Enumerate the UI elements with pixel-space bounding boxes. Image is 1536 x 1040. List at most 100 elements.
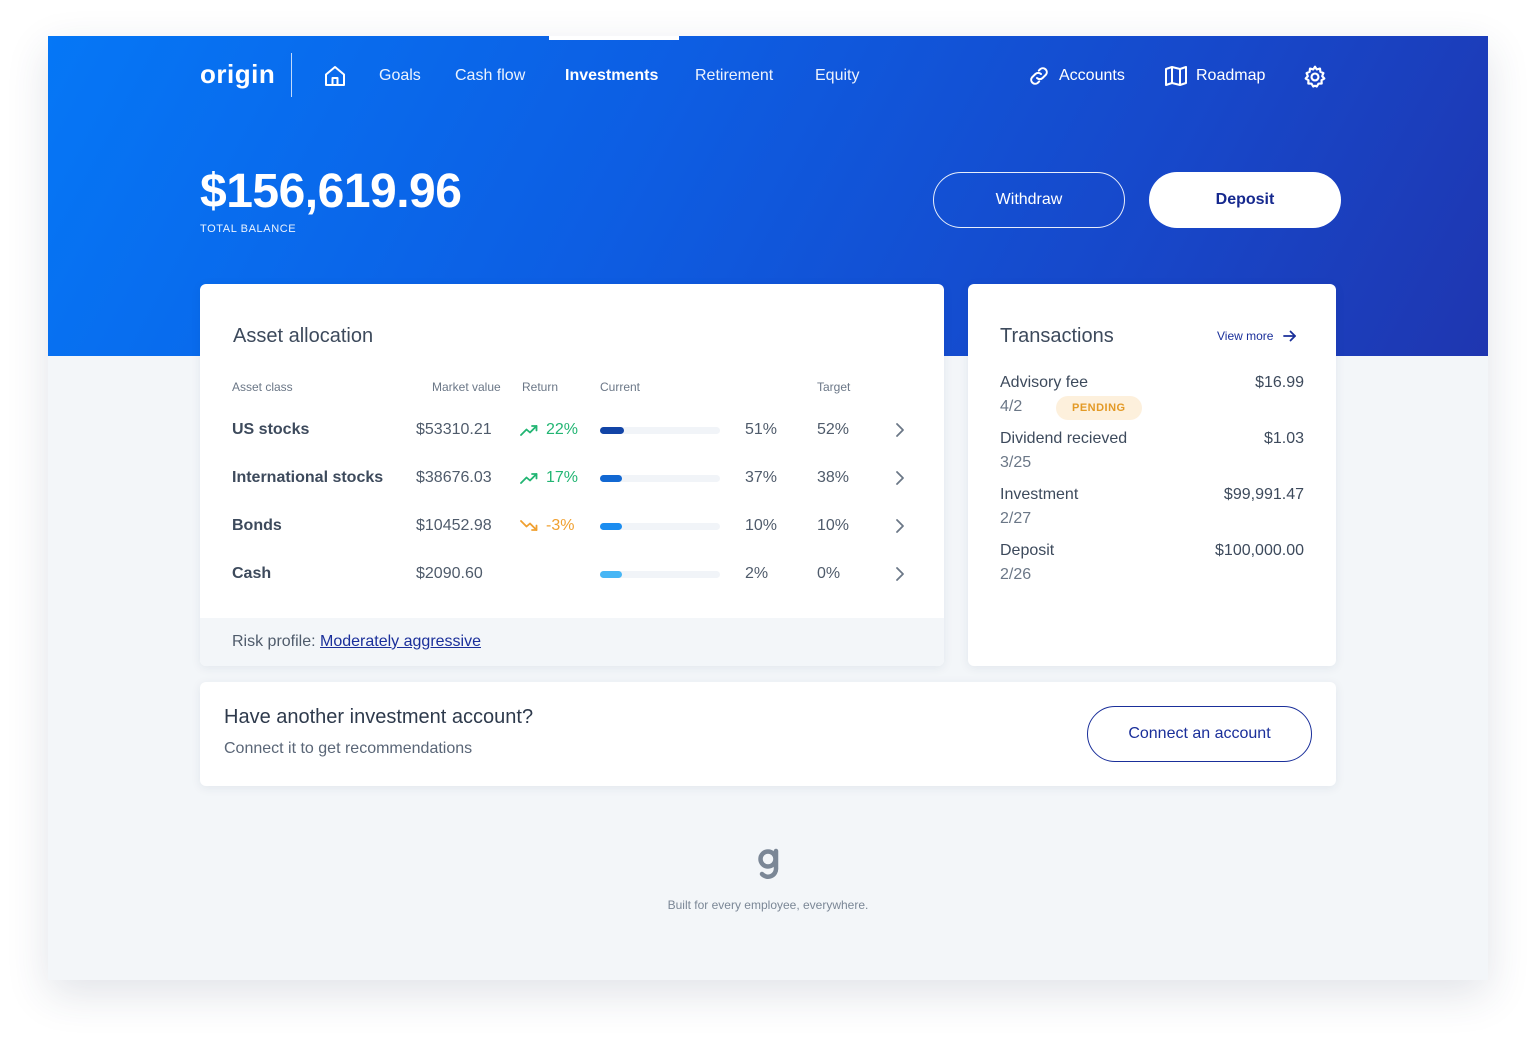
transaction-item: Investment $99,991.47 2/27 <box>1000 486 1304 538</box>
nav-roadmap[interactable]: Roadmap <box>1164 64 1265 88</box>
nav-divider <box>291 53 292 97</box>
transaction-amount: $100,000.00 <box>1215 542 1304 559</box>
target-allocation: 10% <box>817 517 850 534</box>
asset-row[interactable]: US stocks $53310.21 22% 51% 52% <box>200 406 944 454</box>
transaction-date: 3/25 <box>1000 454 1032 471</box>
target-allocation: 38% <box>817 469 850 486</box>
link-icon <box>1030 67 1048 85</box>
risk-profile-link[interactable]: Moderately aggressive <box>320 633 481 650</box>
connect-subtitle: Connect it to get recommendations <box>224 740 473 757</box>
return-value: -3% <box>520 517 574 535</box>
total-balance-label: TOTAL BALANCE <box>200 223 297 235</box>
allocation-bar-track <box>600 427 720 434</box>
chevron-right-icon[interactable] <box>892 517 908 535</box>
status-badge: PENDING <box>1056 396 1142 420</box>
return-value: 22% <box>520 421 578 439</box>
target-allocation: 0% <box>817 565 841 582</box>
allocation-bar-fill <box>600 571 622 578</box>
nav-equity[interactable]: Equity <box>815 66 859 86</box>
market-value: $10452.98 <box>416 517 492 534</box>
transaction-name: Advisory fee <box>1000 374 1089 391</box>
withdraw-button[interactable]: Withdraw <box>933 172 1125 228</box>
g-logo-icon <box>758 848 779 879</box>
deposit-button[interactable]: Deposit <box>1149 172 1341 228</box>
transaction-name: Deposit <box>1000 542 1055 559</box>
allocation-bar-track <box>600 523 720 530</box>
origin-logo[interactable]: origin <box>200 58 275 90</box>
chevron-right-icon[interactable] <box>892 469 908 487</box>
current-allocation: 51% <box>745 421 778 438</box>
map-icon <box>1165 66 1187 86</box>
market-value: $2090.60 <box>416 565 483 582</box>
trend-down-icon <box>520 520 538 531</box>
allocation-bar-fill <box>600 523 622 530</box>
home-icon[interactable] <box>323 64 347 88</box>
transaction-name: Investment <box>1000 486 1079 503</box>
transaction-amount: $99,991.47 <box>1223 486 1304 503</box>
connect-title: Have another investment account? <box>224 706 534 728</box>
allocation-bar-fill <box>600 475 622 482</box>
col-return: Return <box>522 380 559 394</box>
nav-cash-flow[interactable]: Cash flow <box>455 66 525 86</box>
transaction-amount: $1.03 <box>1263 430 1304 447</box>
app-window: origin Goals Cash flow Investments Retir… <box>48 36 1488 980</box>
connect-account-button[interactable]: Connect an account <box>1087 706 1312 762</box>
col-target: Target <box>817 380 851 394</box>
nav-accounts-label: Accounts <box>1059 67 1125 84</box>
chevron-right-icon[interactable] <box>892 421 908 439</box>
trend-up-icon <box>520 425 538 436</box>
nav-roadmap-label: Roadmap <box>1196 67 1266 84</box>
target-allocation: 52% <box>817 421 850 438</box>
market-value: $53310.21 <box>416 421 492 438</box>
view-more-link[interactable]: View more <box>1217 329 1297 343</box>
nav-investments[interactable]: Investments <box>565 66 658 86</box>
allocation-bar-track <box>600 571 720 578</box>
trend-up-icon <box>520 473 538 484</box>
transaction-date: 2/27 <box>1000 510 1032 527</box>
nav-retirement[interactable]: Retirement <box>695 66 773 86</box>
return-label: -3% <box>546 517 575 534</box>
arrow-right-icon <box>1283 330 1297 342</box>
return-value: 17% <box>520 469 578 487</box>
view-more-label: View more <box>1217 329 1274 343</box>
return-label: 17% <box>546 469 579 486</box>
transaction-name: Dividend recieved <box>1000 430 1128 447</box>
asset-allocation-card: Asset allocation Asset class Market valu… <box>200 284 944 666</box>
transaction-date: 2/26 <box>1000 566 1032 583</box>
asset-class-name: US stocks <box>232 421 310 438</box>
current-allocation: 37% <box>745 469 778 486</box>
transaction-amount: $16.99 <box>1255 374 1304 391</box>
total-balance-amount: $156,619.96 <box>200 165 462 218</box>
gear-icon[interactable] <box>1302 64 1328 90</box>
asset-class-name: Bonds <box>232 517 282 534</box>
transaction-date: 4/2 <box>1000 398 1023 415</box>
allocation-bar-fill <box>600 427 624 434</box>
transactions-card: Transactions View more Advisory fee $16.9… <box>968 284 1336 666</box>
transactions-title: Transactions <box>1000 325 1114 347</box>
connect-account-card: Have another investment account? Connect… <box>200 682 1336 786</box>
current-allocation: 2% <box>745 565 769 582</box>
col-asset-class: Asset class <box>232 380 293 394</box>
asset-row[interactable]: Bonds $10452.98 -3% 10% 10% <box>200 502 944 550</box>
risk-profile: Risk profile: Moderately aggressive <box>200 618 944 666</box>
risk-profile-label: Risk profile: <box>232 633 316 650</box>
asset-allocation-title: Asset allocation <box>233 325 374 347</box>
col-market-value: Market value <box>432 380 501 394</box>
transaction-item: Deposit $100,000.00 2/26 <box>1000 542 1304 594</box>
return-label: 22% <box>546 421 579 438</box>
current-allocation: 10% <box>745 517 778 534</box>
footer-tagline: Built for every employee, everywhere. <box>667 898 869 912</box>
asset-class-name: Cash <box>232 565 272 582</box>
chevron-right-icon[interactable] <box>892 565 908 583</box>
allocation-bar-track <box>600 475 720 482</box>
nav-goals[interactable]: Goals <box>379 66 421 86</box>
asset-row[interactable]: Cash $2090.60 2% 0% <box>200 550 944 598</box>
transaction-item: Advisory fee $16.99 4/2 PENDING <box>1000 374 1304 426</box>
transaction-item: Dividend recieved $1.03 3/25 <box>1000 430 1304 482</box>
nav-accounts[interactable]: Accounts <box>1027 64 1125 88</box>
asset-row[interactable]: International stocks $38676.03 17% 37% 38% <box>200 454 944 502</box>
market-value: $38676.03 <box>416 469 492 486</box>
active-tab-indicator <box>549 36 679 40</box>
col-current: Current <box>600 380 641 394</box>
asset-class-name: International stocks <box>232 469 384 486</box>
